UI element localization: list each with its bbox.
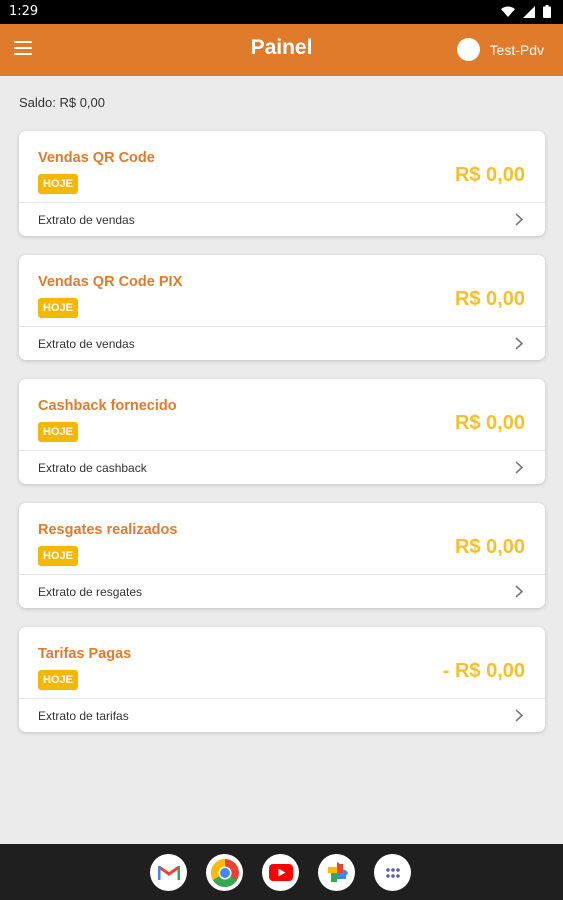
statement-label: Extrato de vendas	[38, 337, 135, 351]
status-time: 1:29	[9, 4, 39, 19]
card-title: Tarifas Pagas	[38, 646, 132, 662]
badge-today: HOJE	[38, 670, 78, 690]
card-amount: R$ 0,00	[454, 536, 525, 558]
statement-link[interactable]: Extrato de resgates	[19, 575, 545, 608]
app-bar: Painel Test-Pdv	[0, 24, 563, 76]
statement-label: Extrato de cashback	[38, 461, 147, 475]
chevron-right-icon	[515, 585, 524, 598]
user-name: Test-Pdv	[489, 41, 544, 58]
chevron-right-icon	[515, 337, 524, 350]
card-amount: R$ 0,00	[454, 288, 525, 310]
badge-today: HOJE	[38, 174, 78, 194]
card-resgates: Resgates realizados HOJE R$ 0,00 Extrato…	[19, 503, 545, 608]
status-icons	[501, 5, 551, 18]
statement-link[interactable]: Extrato de vendas	[19, 203, 545, 236]
photos-icon[interactable]	[318, 854, 355, 891]
card-tarifas: Tarifas Pagas HOJE - R$ 0,00 Extrato de …	[19, 627, 545, 732]
battery-icon	[543, 5, 551, 18]
youtube-icon[interactable]	[262, 854, 299, 891]
app-dock	[150, 854, 411, 891]
signal-icon	[523, 5, 535, 18]
chevron-right-icon	[515, 709, 524, 722]
statement-link[interactable]: Extrato de tarifas	[19, 699, 545, 732]
taskbar	[0, 844, 563, 900]
card-vendas-qr-code: Vendas QR Code HOJE R$ 0,00 Extrato de v…	[19, 131, 545, 236]
user-profile[interactable]: Test-Pdv	[456, 38, 544, 61]
avatar	[456, 38, 480, 61]
card-amount: R$ 0,00	[454, 164, 525, 186]
statement-label: Extrato de tarifas	[38, 709, 129, 723]
card-vendas-qr-code-pix: Vendas QR Code PIX HOJE R$ 0,00 Extrato …	[19, 255, 545, 360]
status-bar: 1:29	[0, 0, 563, 24]
wifi-icon	[501, 6, 515, 17]
card-cashback: Cashback fornecido HOJE R$ 0,00 Extrato …	[19, 379, 545, 484]
statement-label: Extrato de vendas	[38, 213, 135, 227]
card-title: Cashback fornecido	[38, 398, 177, 414]
balance-label: Saldo: R$ 0,00	[19, 95, 106, 110]
card-title: Vendas QR Code PIX	[38, 274, 183, 290]
card-title: Resgates realizados	[38, 522, 178, 538]
chrome-icon[interactable]	[206, 854, 243, 891]
gmail-icon[interactable]	[150, 854, 187, 891]
card-amount: - R$ 0,00	[442, 660, 525, 682]
dashboard-cards: Vendas QR Code HOJE R$ 0,00 Extrato de v…	[19, 131, 545, 751]
badge-today: HOJE	[38, 546, 78, 566]
card-title: Vendas QR Code	[38, 150, 155, 166]
statement-link[interactable]: Extrato de cashback	[19, 451, 545, 484]
badge-today: HOJE	[38, 298, 78, 318]
badge-today: HOJE	[38, 422, 78, 442]
card-amount: R$ 0,00	[454, 412, 525, 434]
app-drawer-icon[interactable]	[374, 854, 411, 891]
statement-link[interactable]: Extrato de vendas	[19, 327, 545, 360]
chevron-right-icon	[515, 461, 524, 474]
chevron-right-icon	[515, 213, 524, 226]
statement-label: Extrato de resgates	[38, 585, 143, 599]
